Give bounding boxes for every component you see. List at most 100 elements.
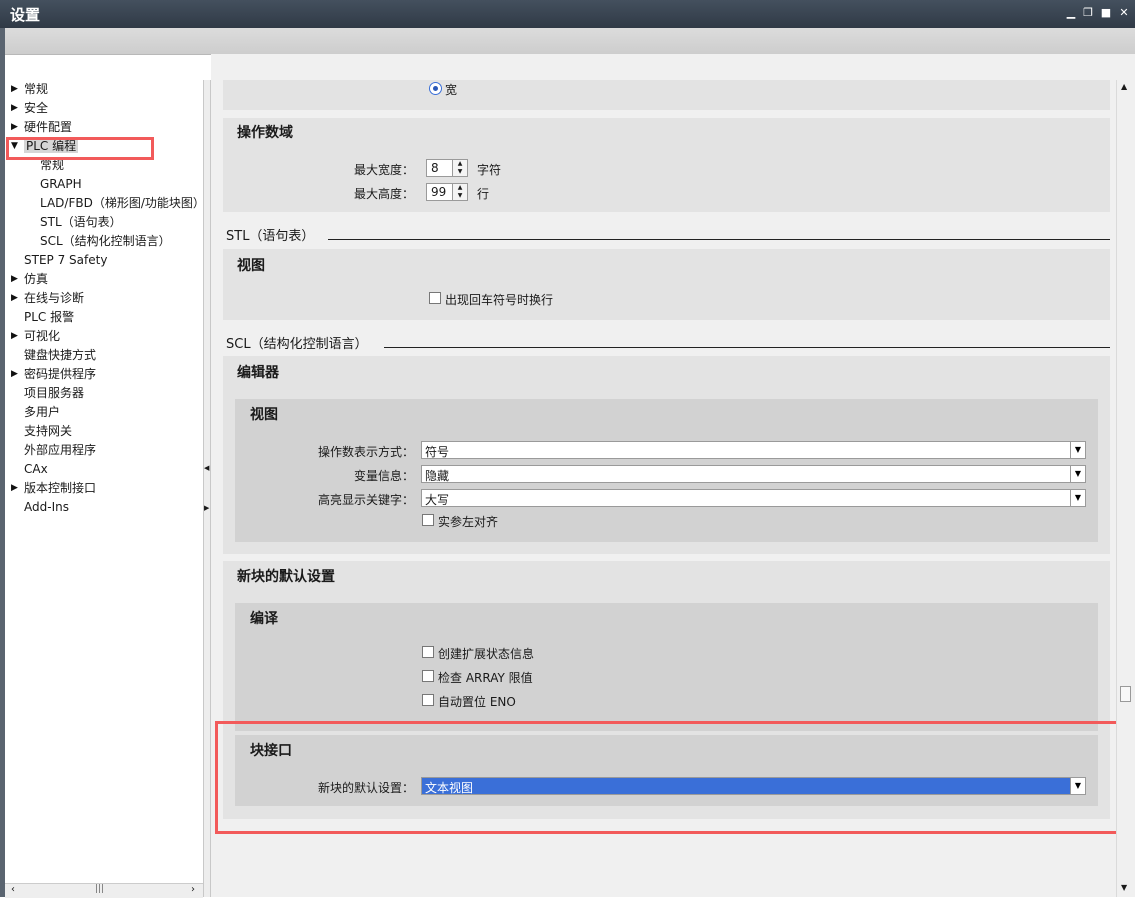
nav-item[interactable]: GRAPH <box>40 175 82 194</box>
expand-right-icon[interactable]: ▶ <box>204 504 209 512</box>
content-vertical-scrollbar[interactable]: ▲ ▼ <box>1116 80 1135 897</box>
variable-info-label: 变量信息： <box>353 469 414 483</box>
collapse-left-icon[interactable]: ◀ <box>204 464 209 472</box>
nav-item[interactable]: ▶ 密码提供程序 <box>11 365 97 384</box>
variable-info-value: 隐藏 <box>425 469 450 483</box>
spin-down-icon[interactable]: ▼ <box>453 168 467 176</box>
chevron-down-icon[interactable]: ▼ <box>1070 442 1085 458</box>
array-limits-checkbox[interactable] <box>422 670 434 682</box>
nav-item-label: 硬件配置 <box>24 120 73 134</box>
nav-item[interactable]: 支持网关 <box>24 422 72 441</box>
nav-item[interactable]: ▶ 仿真 <box>11 270 49 289</box>
restore-icon[interactable]: ❐ <box>1081 6 1095 20</box>
ext-status-label: 创建扩展状态信息 <box>438 647 535 661</box>
spin-down-icon[interactable]: ▼ <box>453 192 467 200</box>
operand-display-label: 操作数表示方式： <box>317 445 414 459</box>
max-height-value: 99 <box>431 185 447 199</box>
nav-item-label: STEP 7 Safety <box>24 253 108 267</box>
window-title-bar: 设置 ▁ ❐ ■ ✕ <box>0 0 1135 28</box>
spin-up-icon[interactable]: ▲ <box>453 160 467 168</box>
nav-item[interactable]: STL（语句表） <box>40 213 122 232</box>
stl-view-panel <box>223 249 1110 320</box>
spin-up-icon[interactable]: ▲ <box>453 184 467 192</box>
max-height-unit: 行 <box>477 187 490 201</box>
array-limits-label: 检查 ARRAY 限值 <box>438 671 533 685</box>
collapsed-arrow-icon[interactable]: ▶ <box>11 365 18 384</box>
scroll-thumb[interactable] <box>1120 686 1131 702</box>
collapsed-arrow-icon[interactable]: ▶ <box>11 270 18 289</box>
nav-item[interactable]: ▶ 安全 <box>11 99 49 118</box>
scl-section-title: SCL（结构化控制语言） <box>226 337 368 352</box>
nav-horizontal-scrollbar[interactable]: ‹ ||| › <box>5 883 203 898</box>
nav-item[interactable]: Add-Ins <box>24 498 69 517</box>
nav-item-label: STL（语句表） <box>40 215 122 229</box>
nav-item-label: 安全 <box>24 101 49 115</box>
stl-section-title: STL（语句表） <box>226 229 315 244</box>
scroll-down-icon[interactable]: ▼ <box>1121 883 1127 892</box>
maximize-icon[interactable]: ■ <box>1099 6 1113 20</box>
close-icon[interactable]: ✕ <box>1117 6 1131 20</box>
nav-item[interactable]: SCL（结构化控制语言） <box>40 232 171 251</box>
variable-info-select[interactable]: 隐藏 ▼ <box>421 465 1086 483</box>
collapsed-arrow-icon[interactable]: ▶ <box>11 479 18 498</box>
nav-item-label: CAx <box>24 462 48 476</box>
nav-item-label: 仿真 <box>24 272 49 286</box>
compile-subpanel <box>235 603 1098 731</box>
chevron-down-icon[interactable]: ▼ <box>1070 490 1085 506</box>
scl-view-heading: 视图 <box>250 407 278 423</box>
align-left-label: 实参左对齐 <box>438 515 499 529</box>
nav-item[interactable]: ▶ 常规 <box>11 80 49 99</box>
nav-item[interactable]: ▶ 版本控制接口 <box>11 479 97 498</box>
nav-item[interactable]: 项目服务器 <box>24 384 84 403</box>
nav-item[interactable]: CAx <box>24 460 48 479</box>
partial-panel <box>223 80 1110 110</box>
highlight-keyword-label: 高亮显示关键字： <box>317 493 414 507</box>
nav-item[interactable]: LAD/FBD（梯形图/功能块图） <box>40 194 205 213</box>
nav-item[interactable]: ▶ 可视化 <box>11 327 61 346</box>
panel-splitter[interactable]: ◀ ▶ <box>203 80 211 897</box>
collapsed-arrow-icon[interactable]: ▶ <box>11 80 18 99</box>
highlight-keyword-select[interactable]: 大写 ▼ <box>421 489 1086 507</box>
collapsed-arrow-icon[interactable]: ▶ <box>11 289 18 308</box>
auto-eno-checkbox[interactable] <box>422 694 434 706</box>
nav-item-label: 密码提供程序 <box>24 367 97 381</box>
max-width-value: 8 <box>431 161 439 175</box>
ext-status-checkbox[interactable] <box>422 646 434 658</box>
annotation-highlight-box <box>215 721 1128 834</box>
max-height-spinner[interactable]: 99 ▲ ▼ <box>426 183 468 201</box>
nav-item-label: Add-Ins <box>24 500 69 514</box>
radio-wide[interactable] <box>429 82 442 95</box>
nav-item-label: 版本控制接口 <box>24 481 97 495</box>
nav-item[interactable]: 多用户 <box>24 403 60 422</box>
collapsed-arrow-icon[interactable]: ▶ <box>11 118 18 137</box>
scroll-up-icon[interactable]: ▲ <box>1121 82 1127 91</box>
nav-item[interactable]: ▶ 硬件配置 <box>11 118 73 137</box>
operand-field-heading: 操作数域 <box>237 125 293 141</box>
nav-item-label: 在线与诊断 <box>24 291 85 305</box>
highlight-keyword-value: 大写 <box>425 493 450 507</box>
chevron-down-icon[interactable]: ▼ <box>1070 466 1085 482</box>
align-left-checkbox[interactable] <box>422 514 434 526</box>
minimize-icon[interactable]: ▁ <box>1064 6 1078 20</box>
nav-item[interactable]: STEP 7 Safety <box>24 251 107 270</box>
nav-item[interactable]: PLC 报警 <box>24 308 74 327</box>
nav-item-label: 项目服务器 <box>24 386 85 400</box>
nav-item[interactable]: 键盘快捷方式 <box>24 346 96 365</box>
radio-wide-label: 宽 <box>445 83 458 97</box>
scl-editor-heading: 编辑器 <box>237 365 279 381</box>
nav-item-label: 可视化 <box>24 329 61 343</box>
collapsed-arrow-icon[interactable]: ▶ <box>11 327 18 346</box>
collapsed-arrow-icon[interactable]: ▶ <box>11 99 18 118</box>
scl-section-divider <box>384 347 1110 348</box>
max-width-spinner[interactable]: 8 ▲ ▼ <box>426 159 468 177</box>
nav-item-label: 键盘快捷方式 <box>24 348 97 362</box>
nav-item-label: 常规 <box>24 82 49 96</box>
nav-item[interactable]: 外部应用程序 <box>24 441 96 460</box>
nav-item-label: 常规 <box>40 158 65 172</box>
stl-wrap-checkbox[interactable] <box>429 292 441 304</box>
new-block-heading: 新块的默认设置 <box>237 569 335 585</box>
nav-item-label: LAD/FBD（梯形图/功能块图） <box>40 196 205 210</box>
operand-display-value: 符号 <box>425 445 450 459</box>
operand-display-select[interactable]: 符号 ▼ <box>421 441 1086 459</box>
nav-item[interactable]: ▶ 在线与诊断 <box>11 289 85 308</box>
